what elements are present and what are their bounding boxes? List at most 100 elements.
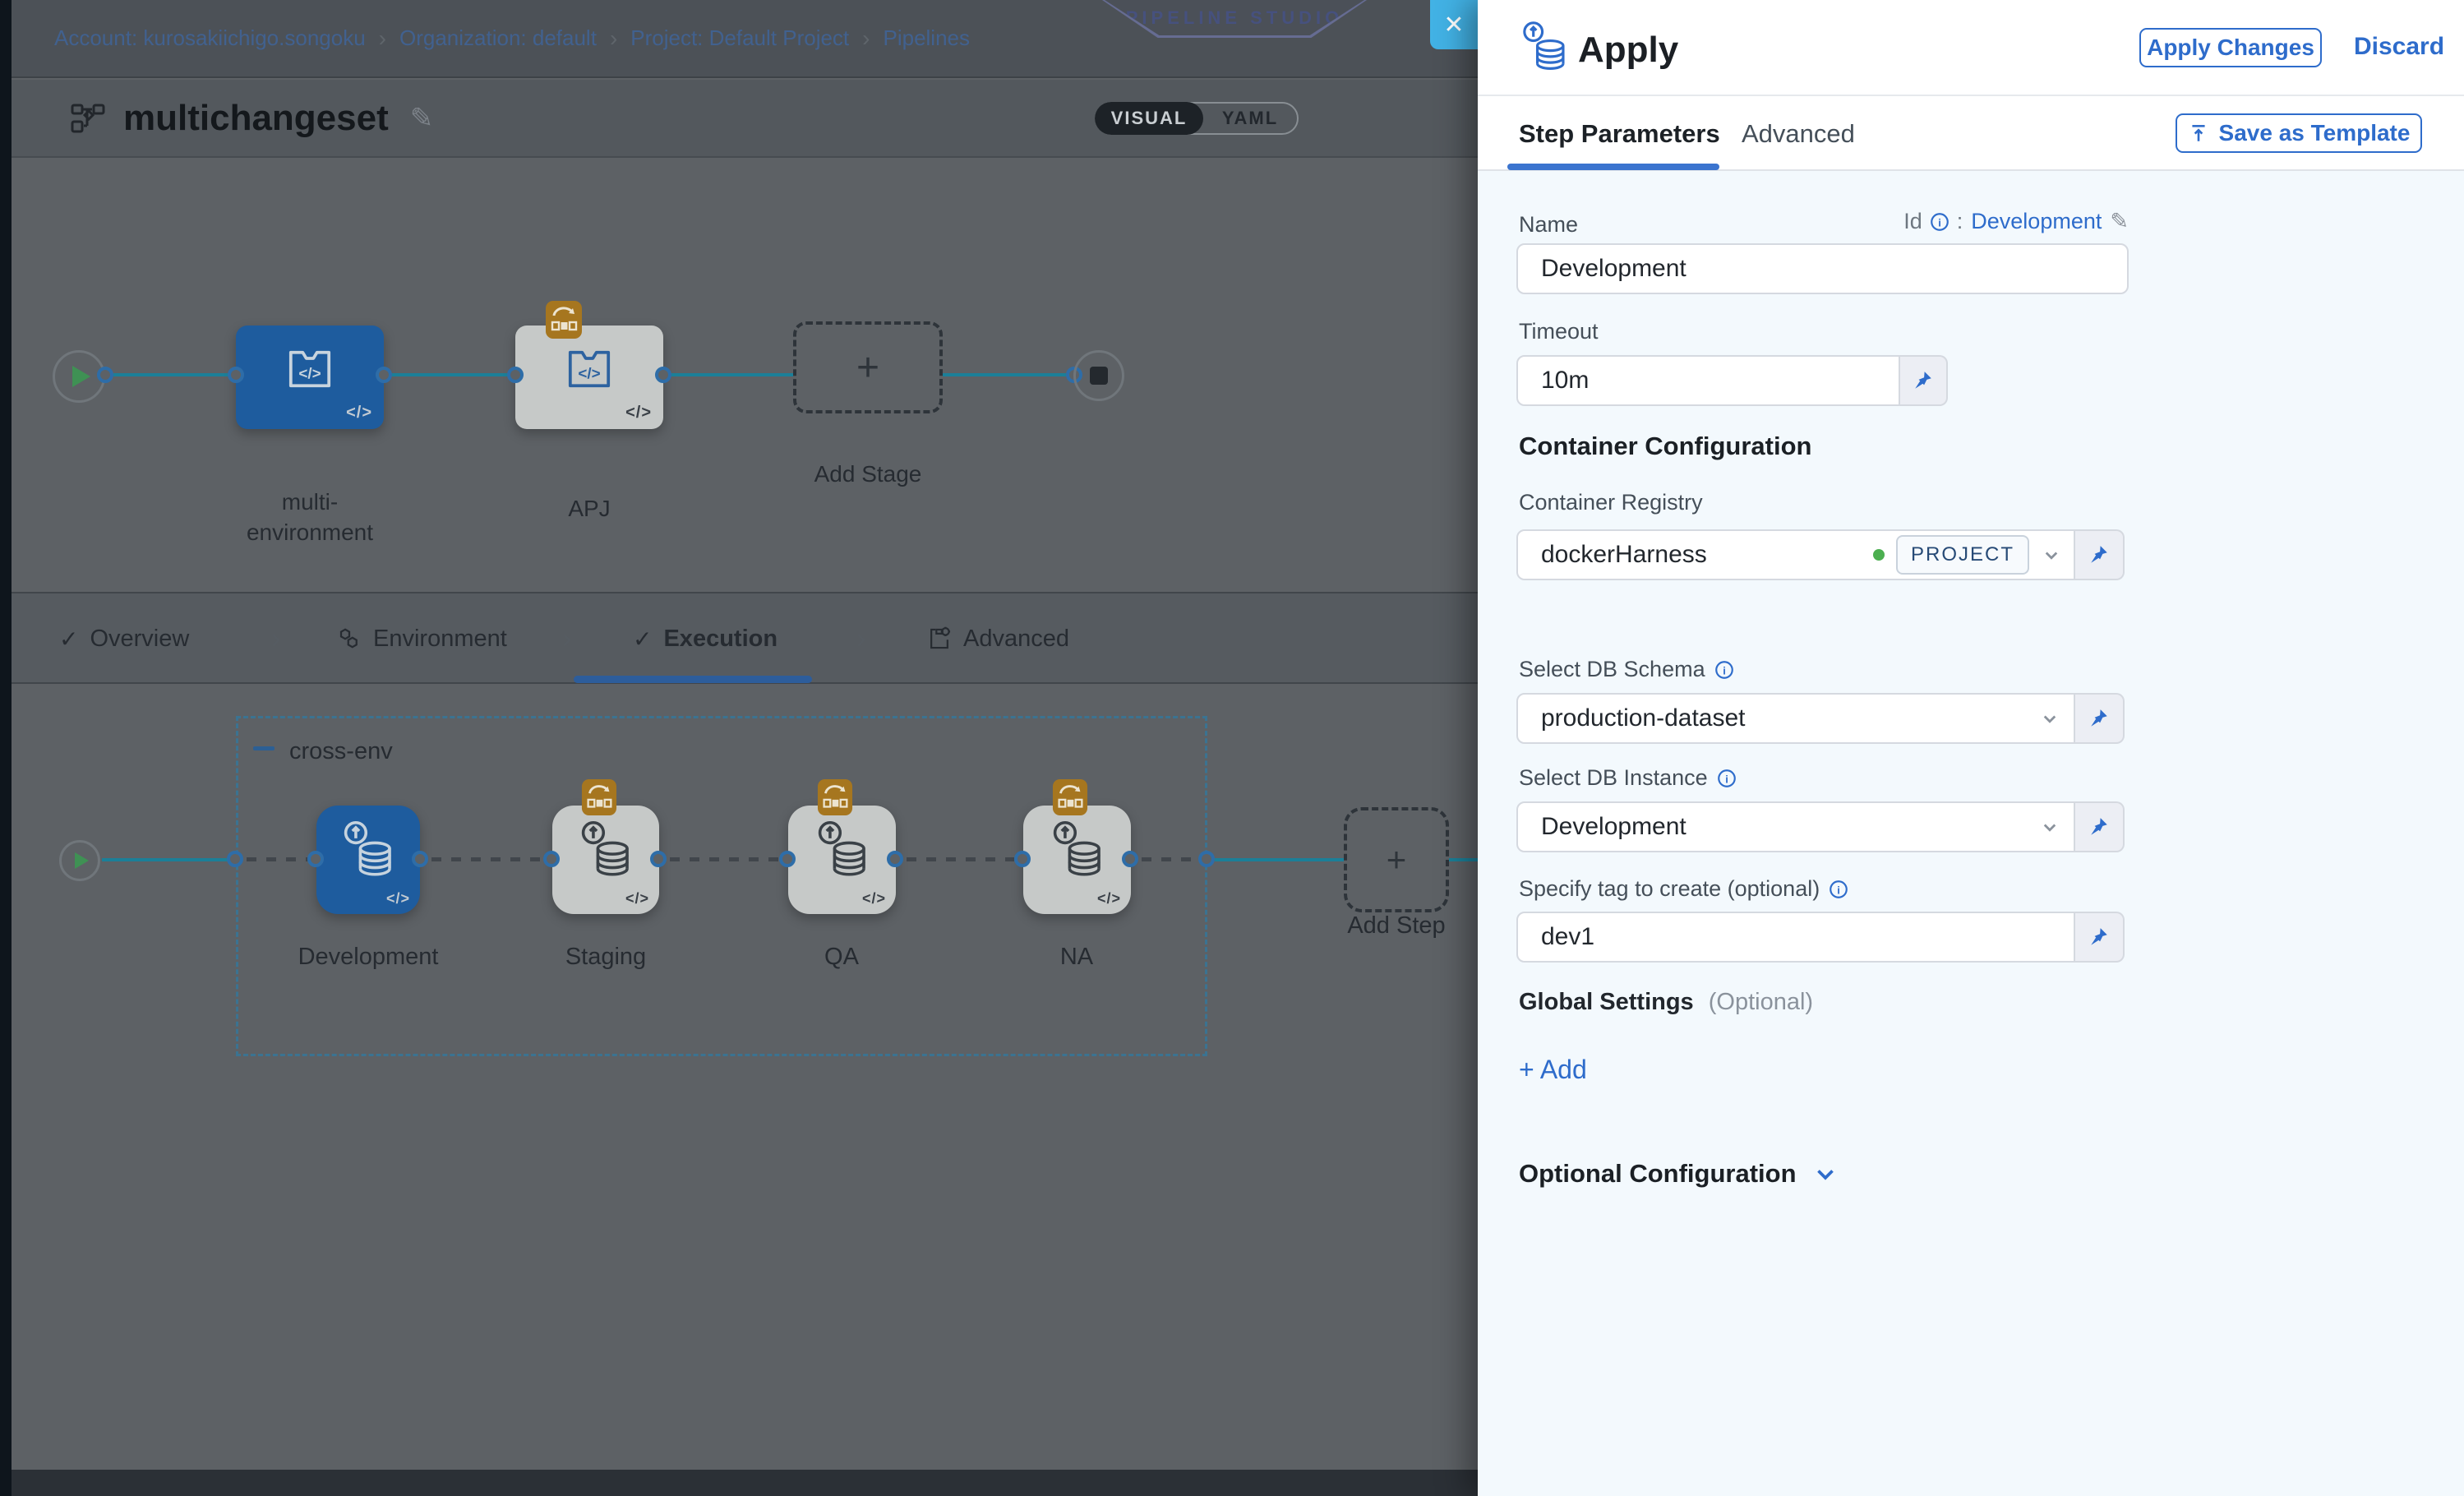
tag-label-row: Specify tag to create (optional) i xyxy=(1519,876,1849,902)
svg-text:i: i xyxy=(1938,216,1941,229)
connector-port xyxy=(1122,851,1138,867)
info-icon[interactable]: i xyxy=(1929,211,1950,233)
scope-badge: PROJECT xyxy=(1896,535,2029,575)
connector-port xyxy=(412,851,428,867)
tab-overview[interactable]: ✓Overview xyxy=(59,593,189,684)
svg-text:i: i xyxy=(1725,773,1728,785)
execution-start-node xyxy=(59,840,100,881)
connector-port xyxy=(307,851,324,867)
edit-pipeline-name-icon[interactable]: ✎ xyxy=(410,102,434,135)
check-icon: ✓ xyxy=(59,626,78,653)
runtime-input-toggle[interactable] xyxy=(1900,355,1948,406)
toggle-yaml-view-icon[interactable]: </> xyxy=(625,404,652,422)
breadcrumb-project[interactable]: Project: Default Project xyxy=(630,25,849,51)
breadcrumb-org[interactable]: Organization: default xyxy=(399,25,597,51)
add-stage-button[interactable]: + xyxy=(793,321,943,413)
toggle-yaml[interactable]: YAML xyxy=(1203,104,1297,133)
connector-port xyxy=(97,367,113,383)
global-settings-label: Global Settings xyxy=(1519,989,1694,1015)
toggle-yaml-view-icon[interactable]: </> xyxy=(346,404,372,422)
stage-label: APJ xyxy=(515,493,663,524)
id-value[interactable]: Development xyxy=(1971,209,2102,234)
discard-button[interactable]: Discard xyxy=(2354,33,2444,61)
timeout-label: Timeout xyxy=(1519,319,1599,344)
pipeline-graph-icon xyxy=(71,104,105,133)
info-icon[interactable]: i xyxy=(1716,768,1737,789)
tab-step-advanced[interactable]: Advanced xyxy=(1742,119,1855,149)
plus-icon: + xyxy=(856,345,879,390)
active-tab-underline xyxy=(1507,164,1719,170)
name-label: Name xyxy=(1519,212,1578,238)
runtime-input-toggle[interactable] xyxy=(2075,693,2125,744)
svg-text:</>: </> xyxy=(578,365,600,382)
connector-port xyxy=(507,367,524,383)
runtime-input-toggle[interactable] xyxy=(2075,912,2125,963)
close-drawer-button[interactable]: ✕ xyxy=(1430,0,1478,49)
visual-yaml-toggle[interactable]: VISUAL YAML xyxy=(1095,102,1299,135)
save-as-template-button[interactable]: Save as Template xyxy=(2176,113,2422,153)
connector-port xyxy=(543,851,560,867)
chevron-down-icon xyxy=(1811,1160,1839,1188)
breadcrumb-account[interactable]: Account: kurosakiichigo.songoku xyxy=(54,25,366,51)
pipeline-end-node xyxy=(1073,350,1124,401)
play-icon xyxy=(72,366,90,387)
step-label: Development xyxy=(286,942,450,972)
connector-port xyxy=(650,851,667,867)
toggle-yaml-view-icon[interactable]: </> xyxy=(386,890,410,907)
db-instance-select[interactable]: Development xyxy=(1516,801,2075,852)
pin-icon xyxy=(2088,544,2110,566)
stage-node-apj[interactable]: </> </> xyxy=(515,326,663,429)
name-input[interactable]: Development xyxy=(1516,243,2129,294)
info-icon[interactable]: i xyxy=(1714,659,1735,681)
collapse-group-icon[interactable] xyxy=(253,746,275,750)
pipeline-title: multichangeset xyxy=(123,98,389,139)
id-separator: : xyxy=(1957,209,1963,234)
optional-configuration-toggle[interactable]: Optional Configuration xyxy=(1519,1159,1839,1189)
timeout-input[interactable]: 10m xyxy=(1516,355,1900,406)
toggle-yaml-view-icon[interactable]: </> xyxy=(1097,890,1121,907)
container-registry-label: Container Registry xyxy=(1519,490,1703,515)
active-tab-underline xyxy=(574,676,812,683)
chevron-down-icon[interactable] xyxy=(2037,706,2062,731)
apply-step-icon xyxy=(1520,20,1568,76)
db-schema-label: Select DB Schema xyxy=(1519,657,1705,682)
add-global-setting-button[interactable]: + Add xyxy=(1519,1055,1587,1085)
step-id-row: Id i : Development ✎ xyxy=(1806,209,2129,234)
drawer-header: Apply Apply Changes Discard xyxy=(1478,0,2464,96)
pin-icon xyxy=(2088,926,2110,948)
connector-port xyxy=(655,367,671,383)
step-node-na[interactable]: </> xyxy=(1023,806,1131,914)
breadcrumb-pipelines[interactable]: Pipelines xyxy=(883,25,970,51)
chevron-down-icon[interactable] xyxy=(2037,815,2062,839)
runtime-input-toggle[interactable] xyxy=(2075,529,2125,580)
breadcrumb-separator-icon: › xyxy=(849,25,883,52)
tag-input[interactable]: dev1 xyxy=(1516,912,2075,963)
tab-step-parameters[interactable]: Step Parameters xyxy=(1519,119,1720,149)
runtime-input-toggle[interactable] xyxy=(2075,801,2125,852)
db-schema-select[interactable]: production-dataset xyxy=(1516,693,2075,744)
connector-status-dot xyxy=(1873,549,1885,561)
chevron-down-icon[interactable] xyxy=(2039,543,2064,567)
pin-icon xyxy=(1913,370,1934,391)
close-icon: ✕ xyxy=(1443,11,1464,39)
tab-environment[interactable]: Environment xyxy=(337,593,507,684)
tab-execution[interactable]: ✓Execution xyxy=(633,593,777,684)
step-group-label: cross-env xyxy=(289,738,393,765)
apply-changes-button[interactable]: Apply Changes xyxy=(2139,28,2322,67)
svg-text:i: i xyxy=(1723,664,1726,676)
info-icon[interactable]: i xyxy=(1828,879,1849,900)
step-node-staging[interactable]: </> xyxy=(552,806,659,914)
container-registry-field[interactable]: dockerHarness PROJECT xyxy=(1516,529,2075,580)
stage-node-multi-environment[interactable]: </> </> xyxy=(236,326,384,429)
drawer-tab-bar: Step Parameters Advanced Save as Templat… xyxy=(1478,96,2464,171)
step-node-qa[interactable]: </> xyxy=(788,806,896,914)
toggle-yaml-view-icon[interactable]: </> xyxy=(625,890,649,907)
step-node-development[interactable]: </> xyxy=(316,806,420,914)
container-configuration-heading: Container Configuration xyxy=(1519,432,1811,461)
stage-label: multi-environment xyxy=(228,487,392,547)
toggle-visual[interactable]: VISUAL xyxy=(1095,102,1203,135)
edit-id-icon[interactable]: ✎ xyxy=(2110,209,2129,234)
tab-advanced[interactable]: Advanced xyxy=(927,593,1069,684)
toggle-yaml-view-icon[interactable]: </> xyxy=(862,890,886,907)
add-step-button[interactable]: + xyxy=(1344,807,1449,912)
